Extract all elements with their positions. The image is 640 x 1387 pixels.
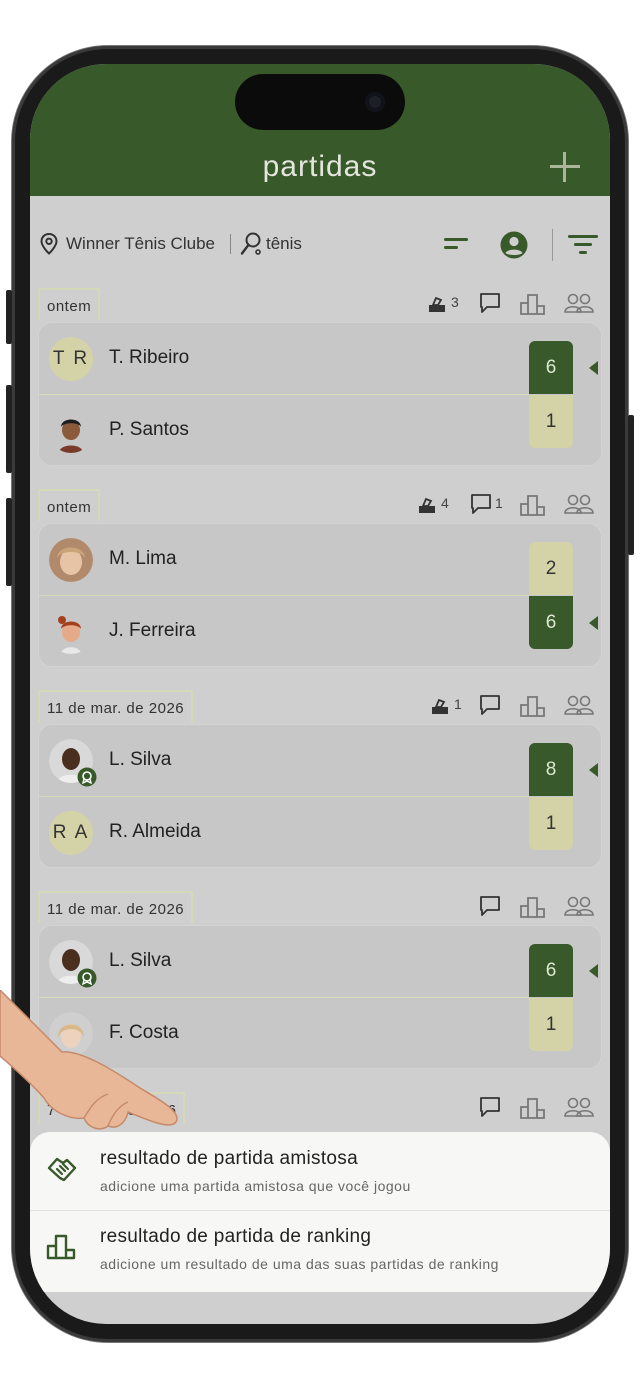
avatar: T R bbox=[49, 337, 93, 381]
option-title: resultado de partida de ranking bbox=[100, 1226, 372, 1247]
winner-indicator-icon bbox=[589, 616, 598, 630]
vote-count: 4 bbox=[441, 495, 449, 511]
vote-box-icon[interactable] bbox=[430, 696, 450, 716]
divider bbox=[230, 234, 231, 254]
players-icon[interactable] bbox=[563, 694, 595, 716]
player-row: T R T. Ribeiro bbox=[39, 323, 529, 395]
ranking-podium-icon[interactable] bbox=[520, 894, 546, 918]
player-name[interactable]: R. Almeida bbox=[109, 821, 201, 843]
verified-badge-icon bbox=[77, 767, 97, 787]
avatar bbox=[49, 409, 93, 453]
score-player-2: 1 bbox=[529, 395, 573, 448]
filter-icon[interactable] bbox=[568, 234, 598, 256]
comment-icon[interactable] bbox=[470, 493, 492, 515]
podium-icon bbox=[46, 1234, 76, 1260]
player-row: J. Ferreira bbox=[39, 596, 529, 667]
dynamic-island bbox=[235, 74, 405, 130]
match-date: ontem bbox=[38, 288, 101, 320]
score-player-1: 2 bbox=[529, 542, 573, 595]
winner-indicator-icon bbox=[589, 964, 598, 978]
friendly-match-option[interactable]: resultado de partida amistosa adicione u… bbox=[30, 1132, 610, 1211]
verified-badge-icon bbox=[77, 968, 97, 988]
match-date: 11 de mar. de 2026 bbox=[38, 690, 194, 722]
ranking-podium-icon[interactable] bbox=[520, 492, 546, 516]
option-subtitle: adicione uma partida amistosa que você j… bbox=[100, 1178, 411, 1194]
divider bbox=[552, 229, 553, 261]
score-player-1: 6 bbox=[529, 341, 573, 394]
winner-indicator-icon bbox=[589, 361, 598, 375]
app-bar: partidas bbox=[30, 64, 610, 196]
ranking-podium-icon[interactable] bbox=[520, 291, 546, 315]
winner-indicator-icon bbox=[589, 763, 598, 777]
comment-icon[interactable] bbox=[479, 895, 501, 917]
players-icon[interactable] bbox=[563, 1096, 595, 1118]
ranking-podium-icon[interactable] bbox=[520, 1095, 546, 1119]
match-card[interactable]: M. Lima J. Ferreira 2 6 bbox=[38, 523, 602, 667]
score-player-1: 8 bbox=[529, 743, 573, 796]
players-icon[interactable] bbox=[563, 493, 595, 515]
side-button bbox=[6, 498, 12, 586]
match-card[interactable]: L. Silva R A R. Almeida 8 1 bbox=[38, 724, 602, 868]
score-player-2: 6 bbox=[529, 596, 573, 649]
player-row: P. Santos bbox=[39, 395, 529, 466]
vote-count: 1 bbox=[454, 696, 462, 712]
side-button bbox=[628, 415, 634, 555]
player-name[interactable]: P. Santos bbox=[109, 419, 189, 441]
match-date: ontem bbox=[38, 489, 101, 521]
handshake-icon bbox=[47, 1157, 77, 1182]
comment-count: 1 bbox=[495, 495, 503, 511]
player-row: L. Silva bbox=[39, 926, 529, 998]
sport-selector[interactable]: tênis bbox=[266, 234, 302, 254]
side-button bbox=[6, 290, 12, 344]
side-button bbox=[6, 385, 12, 473]
ranking-podium-icon[interactable] bbox=[520, 693, 546, 717]
players-icon[interactable] bbox=[563, 292, 595, 314]
sort-icon[interactable] bbox=[444, 236, 468, 252]
vote-count: 3 bbox=[451, 294, 459, 310]
score-player-2: 1 bbox=[529, 998, 573, 1051]
location-pin-icon bbox=[40, 233, 58, 255]
player-row: R A R. Almeida bbox=[39, 797, 529, 868]
filter-bar: Winner Tênis Clube tênis bbox=[30, 196, 610, 278]
pointing-hand-icon bbox=[0, 990, 178, 1130]
add-result-sheet: resultado de partida amistosa adicione u… bbox=[30, 1132, 610, 1292]
avatar bbox=[49, 610, 93, 654]
player-name[interactable]: M. Lima bbox=[109, 548, 177, 570]
ranking-match-option[interactable]: resultado de partida de ranking adicione… bbox=[30, 1210, 610, 1288]
score-player-2: 1 bbox=[529, 797, 573, 850]
avatar bbox=[49, 538, 93, 582]
player-row: M. Lima bbox=[39, 524, 529, 596]
racket-icon bbox=[240, 232, 261, 255]
option-subtitle: adicione um resultado de uma das suas pa… bbox=[100, 1256, 499, 1272]
comment-icon[interactable] bbox=[479, 1096, 501, 1118]
match-card[interactable]: T R T. Ribeiro P. Santos 6 1 bbox=[38, 322, 602, 466]
option-title: resultado de partida amistosa bbox=[100, 1148, 358, 1169]
avatar: R A bbox=[49, 811, 93, 855]
club-selector[interactable]: Winner Tênis Clube bbox=[66, 234, 215, 254]
page-title: partidas bbox=[262, 150, 378, 183]
player-row: L. Silva bbox=[39, 725, 529, 797]
score-player-1: 6 bbox=[529, 944, 573, 997]
vote-box-icon[interactable] bbox=[427, 294, 447, 314]
player-name[interactable]: L. Silva bbox=[109, 950, 171, 972]
match-date: 11 de mar. de 2026 bbox=[38, 891, 194, 923]
comment-icon[interactable] bbox=[479, 694, 501, 716]
add-icon[interactable] bbox=[550, 152, 580, 182]
player-name[interactable]: L. Silva bbox=[109, 749, 171, 771]
vote-box-icon[interactable] bbox=[417, 495, 437, 515]
comment-icon[interactable] bbox=[479, 292, 501, 314]
user-circle-icon[interactable] bbox=[500, 231, 528, 259]
player-name[interactable]: J. Ferreira bbox=[109, 620, 196, 642]
player-name[interactable]: T. Ribeiro bbox=[109, 347, 189, 369]
players-icon[interactable] bbox=[563, 895, 595, 917]
